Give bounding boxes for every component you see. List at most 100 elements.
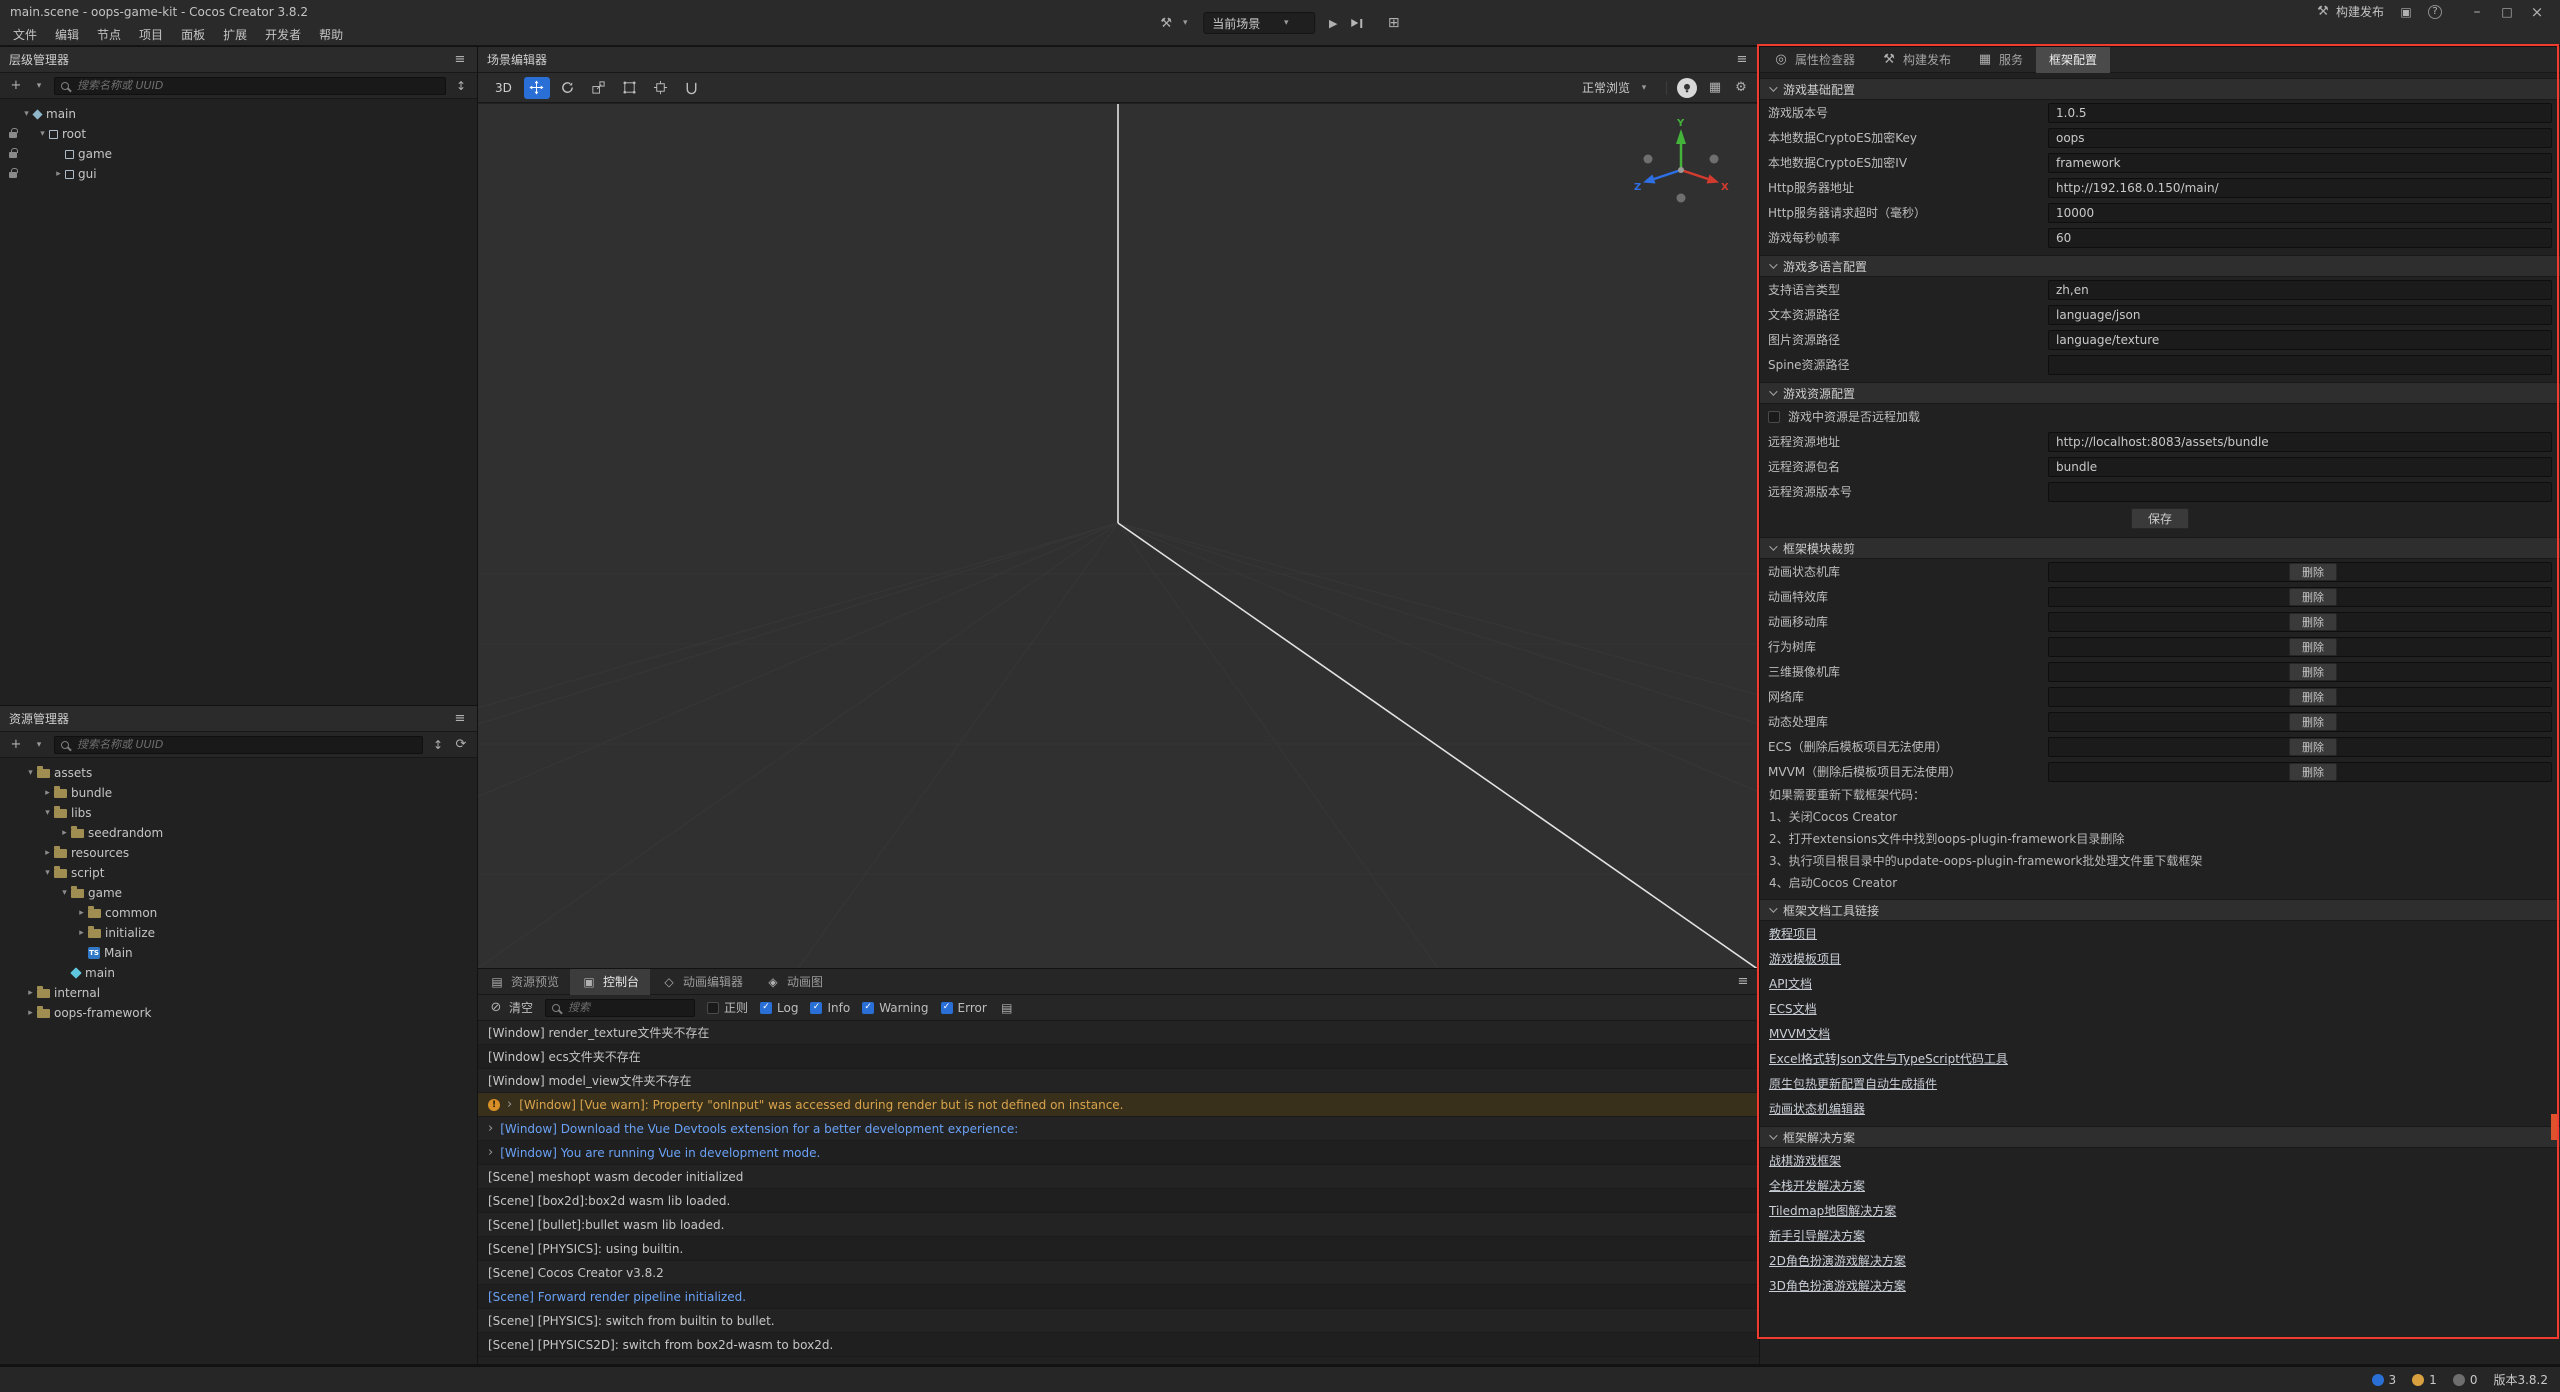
asset-row[interactable]: initialize — [0, 923, 477, 943]
tab-property-inspector[interactable]: 属性检查器 — [1760, 47, 1868, 73]
minimize-button[interactable] — [2464, 2, 2490, 22]
info-checkbox[interactable] — [810, 1002, 822, 1014]
play-button[interactable] — [1325, 15, 1341, 31]
menu-help[interactable]: 帮助 — [310, 23, 352, 45]
asset-row[interactable]: main — [0, 963, 477, 983]
lock-icon[interactable] — [9, 132, 17, 138]
log-row[interactable]: [Scene] meshopt wasm decoder initialized — [478, 1165, 1759, 1189]
section-resource-config[interactable]: 游戏资源配置 — [1760, 382, 2560, 404]
fps-input[interactable] — [2048, 228, 2552, 248]
rect-tool-button[interactable] — [617, 77, 643, 99]
asset-row[interactable]: common — [0, 903, 477, 923]
doc-link[interactable]: ECS文档 — [1769, 1000, 1817, 1017]
expand-arrow-icon[interactable] — [41, 848, 54, 858]
remote-url-input[interactable] — [2048, 432, 2552, 452]
filter-icon[interactable] — [453, 78, 469, 94]
info-count-badge[interactable]: 3 — [2372, 1373, 2397, 1387]
filter-error[interactable]: Error — [941, 1001, 987, 1015]
hierarchy-node-root[interactable]: root — [0, 124, 477, 144]
refresh-icon[interactable] — [453, 737, 469, 753]
hierarchy-node-main[interactable]: main — [0, 104, 477, 124]
crypto-key-input[interactable] — [2048, 128, 2552, 148]
lock-icon[interactable] — [9, 152, 17, 158]
solution-link[interactable]: 新手引导解决方案 — [1769, 1227, 1865, 1244]
delete-module-button[interactable]: 删除 — [2289, 563, 2337, 581]
move-tool-button[interactable] — [524, 77, 550, 99]
help-icon[interactable] — [2428, 5, 2442, 19]
asset-row[interactable]: game — [0, 883, 477, 903]
log-row[interactable]: [Scene] [bullet]:bullet wasm lib loaded. — [478, 1213, 1759, 1237]
rotate-tool-button[interactable] — [555, 77, 581, 99]
expand-chevron-icon[interactable] — [488, 1121, 493, 1136]
tab-services[interactable]: 服务 — [1964, 47, 2036, 73]
log-row[interactable]: [Scene] [PHYSICS]: using builtin. — [478, 1237, 1759, 1261]
doc-link[interactable]: 教程项目 — [1769, 925, 1817, 942]
console-search-input[interactable] — [545, 999, 695, 1017]
light-toggle-button[interactable] — [1677, 78, 1697, 98]
filter-warning[interactable]: Warning — [862, 1001, 928, 1015]
spine-path-input[interactable] — [2048, 355, 2552, 375]
log-row[interactable]: [Scene] Forward render pipeline initiali… — [478, 1285, 1759, 1309]
hierarchy-search-input[interactable] — [54, 77, 446, 95]
warning-checkbox[interactable] — [862, 1002, 874, 1014]
log-row-warning[interactable]: [Window] [Vue warn]: Property "onInput" … — [478, 1093, 1759, 1117]
console-settings-icon[interactable] — [999, 1000, 1015, 1016]
error-count-badge[interactable]: 0 — [2453, 1373, 2478, 1387]
delete-module-button[interactable]: 删除 — [2289, 763, 2337, 781]
section-game-basic-config[interactable]: 游戏基础配置 — [1760, 78, 2560, 100]
hierarchy-node-game[interactable]: game — [0, 144, 477, 164]
log-row[interactable]: [Scene] [PHYSICS2D]: switch from box2d-w… — [478, 1333, 1759, 1357]
create-node-icon[interactable] — [8, 78, 24, 94]
menu-extension[interactable]: 扩展 — [214, 23, 256, 45]
doc-link[interactable]: 游戏模板项目 — [1769, 950, 1841, 967]
text-path-input[interactable] — [2048, 305, 2552, 325]
view-mode-select[interactable]: 正常浏览 — [1578, 79, 1656, 96]
step-button[interactable] — [1351, 19, 1362, 28]
asset-row[interactable]: script — [0, 863, 477, 883]
asset-row[interactable]: Main — [0, 943, 477, 963]
compile-button[interactable] — [1158, 15, 1193, 31]
tab-animation-editor[interactable]: 动画编辑器 — [650, 969, 754, 995]
remote-bundle-input[interactable] — [2048, 457, 2552, 477]
http-server-input[interactable] — [2048, 178, 2552, 198]
panel-menu-icon[interactable] — [1735, 974, 1751, 990]
log-row[interactable]: [Window] render_texture文件夹不存在 — [478, 1021, 1759, 1045]
chevron-down-icon[interactable] — [31, 78, 47, 94]
section-i18n-config[interactable]: 游戏多语言配置 — [1760, 255, 2560, 277]
asset-row[interactable]: bundle — [0, 783, 477, 803]
http-timeout-input[interactable] — [2048, 203, 2552, 223]
filter-info[interactable]: Info — [810, 1001, 850, 1015]
log-row[interactable]: [Scene] [box2d]:box2d wasm lib loaded. — [478, 1189, 1759, 1213]
regex-checkbox[interactable] — [707, 1002, 719, 1014]
doc-link[interactable]: Excel格式转Json文件与TypeScript代码工具 — [1769, 1050, 2008, 1067]
languages-input[interactable] — [2048, 280, 2552, 300]
package-icon[interactable] — [2398, 4, 2414, 20]
log-checkbox[interactable] — [760, 1002, 772, 1014]
maximize-button[interactable] — [2494, 2, 2520, 22]
expand-arrow-icon[interactable] — [36, 129, 49, 139]
coordinate-toggle-button[interactable] — [679, 77, 705, 99]
delete-module-button[interactable]: 删除 — [2289, 688, 2337, 706]
pivot-tool-button[interactable] — [648, 77, 674, 99]
panel-menu-icon[interactable] — [452, 711, 468, 727]
asset-row[interactable]: resources — [0, 843, 477, 863]
scale-tool-button[interactable] — [586, 77, 612, 99]
3d-toggle-button[interactable]: 3D — [488, 77, 519, 99]
asset-row[interactable]: assets — [0, 763, 477, 783]
chevron-down-icon[interactable] — [31, 737, 47, 753]
tab-framework-config[interactable]: 框架配置 — [2036, 47, 2110, 73]
layout-grid-icon[interactable] — [1386, 15, 1402, 31]
menu-project[interactable]: 项目 — [130, 23, 172, 45]
game-version-input[interactable] — [2048, 103, 2552, 123]
log-row[interactable]: [Scene] [PHYSICS]: switch from builtin t… — [478, 1309, 1759, 1333]
doc-link[interactable]: API文档 — [1769, 975, 1812, 992]
delete-module-button[interactable]: 删除 — [2289, 613, 2337, 631]
crypto-iv-input[interactable] — [2048, 153, 2552, 173]
expand-arrow-icon[interactable] — [41, 868, 54, 878]
log-row[interactable]: [Window] ecs文件夹不存在 — [478, 1045, 1759, 1069]
log-row[interactable]: [Scene] Cocos Creator v3.8.2 — [478, 1261, 1759, 1285]
clear-console-button[interactable]: 清空 — [488, 999, 533, 1016]
tab-asset-preview[interactable]: 资源预览 — [478, 969, 570, 995]
menu-file[interactable]: 文件 — [4, 23, 46, 45]
doc-link[interactable]: 原生包热更新配置自动生成插件 — [1769, 1075, 1937, 1092]
